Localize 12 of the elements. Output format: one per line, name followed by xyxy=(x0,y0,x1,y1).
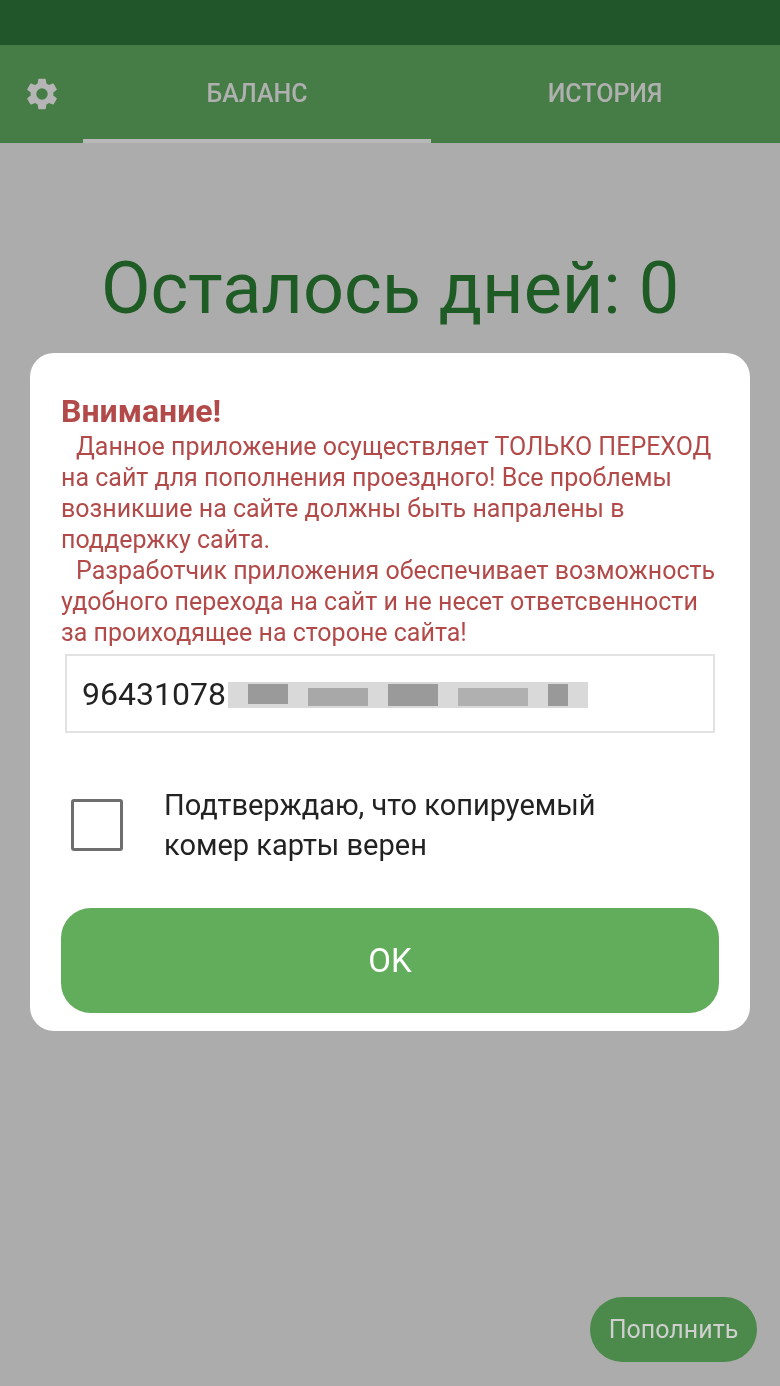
warning-paragraph: Разработчик приложения обеспечивает возможность удобного перехода на сайт и не несет ответсвенности за проиходящее на стороне сайта! xyxy=(61,555,716,648)
card-number-field[interactable]: 96431078 xyxy=(65,654,715,733)
tab[interactable]: ИСТОРИЯ xyxy=(431,45,779,143)
ok-button[interactable]: OK xyxy=(61,908,719,1013)
confirm-checkbox[interactable] xyxy=(71,799,123,851)
confirm-label: Подтверждаю, что копируемый комер карты верен xyxy=(164,787,597,864)
tab[interactable]: БАЛАНС xyxy=(83,45,431,143)
days-left-text: Осталось дней: 0 xyxy=(100,253,680,325)
card-number-value: 96431078 xyxy=(82,673,226,715)
topup-button[interactable]: Пополнить xyxy=(590,1297,757,1362)
warning-paragraph: Данное приложение осуществляет ТОЛЬКО ПЕРЕХОД на сайт для пополнения проездного! Все проблемы возникшие на сайте должны быть напралены в поддержку сайта. xyxy=(61,431,713,555)
dialog-title: Внимание! xyxy=(61,391,223,431)
